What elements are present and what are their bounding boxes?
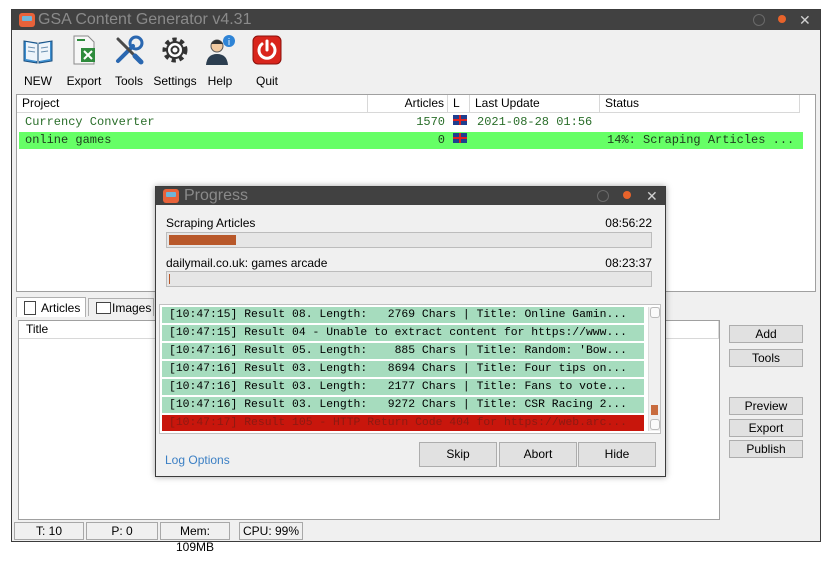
gear-icon	[162, 37, 188, 63]
progress-fill	[169, 274, 170, 284]
images-icon	[96, 302, 111, 314]
tab-label: Images	[112, 301, 152, 315]
column-header-project[interactable]: Project	[17, 95, 368, 113]
tab-images[interactable]: Images	[88, 298, 154, 316]
log-entry: [10:47:16] Result 03. Length: 2177 Chars…	[162, 379, 644, 395]
maximize-button[interactable]	[623, 191, 631, 199]
project-last-update: 2021-08-28 01:56	[477, 115, 593, 129]
book-icon	[23, 40, 53, 64]
log-entry: [10:47:16] Result 03. Length: 8694 Chars…	[162, 361, 644, 377]
dialog-title-bar[interactable]: Progress ✕	[156, 187, 665, 205]
maximize-button[interactable]	[778, 15, 786, 23]
subtask-label: dailymail.co.uk: games arcade	[166, 256, 328, 270]
uk-flag-icon	[453, 133, 467, 143]
articles-icon	[24, 301, 36, 315]
power-icon	[252, 35, 282, 65]
skip-button[interactable]: Skip	[419, 442, 497, 467]
subtask-progress-bar	[166, 271, 652, 287]
abort-button[interactable]: Abort	[499, 442, 577, 467]
toolbar-label: Quit	[255, 74, 278, 88]
status-threads: T: 10	[14, 522, 84, 540]
dialog-title: Progress	[184, 187, 249, 204]
toolbar-tools-button[interactable]: Tools	[107, 32, 151, 90]
status-projects: P: 0	[86, 522, 158, 540]
app-icon	[163, 189, 179, 203]
toolbar-new-button[interactable]: NEW	[16, 32, 60, 90]
tab-label: Articles	[41, 301, 81, 315]
subtask-time: 08:23:37	[605, 256, 652, 270]
log-entry-error: [10:47:17] Result 105 - HTTP Return Code…	[162, 415, 644, 431]
minimize-button[interactable]	[597, 190, 609, 202]
toolbar-export-button[interactable]: Export	[62, 32, 106, 90]
log-scrollbar[interactable]	[648, 307, 660, 431]
title-bar[interactable]: GSA Content Generator v4.31 ✕	[12, 10, 820, 30]
task-label: Scraping Articles	[166, 216, 256, 230]
status-memory: Mem: 109MB	[160, 522, 230, 554]
add-button[interactable]: Add	[729, 325, 803, 343]
project-status: 14%: Scraping Articles ...	[607, 133, 795, 147]
column-header-status[interactable]: Status	[600, 95, 800, 113]
wrench-screwdriver-icon	[116, 35, 144, 65]
toolbar-help-button[interactable]: i Help	[198, 32, 242, 90]
task-progress-bar	[166, 232, 652, 248]
task-time: 08:56:22	[605, 216, 652, 230]
project-name: online games	[25, 133, 112, 147]
progress-dialog: Progress ✕ Scraping Articles 08:56:22 da…	[155, 186, 666, 477]
column-header-language[interactable]: L	[448, 95, 470, 113]
excel-export-icon	[73, 35, 95, 65]
log-entry: [10:47:16] Result 05. Length: 885 Chars …	[162, 343, 644, 359]
project-status	[607, 114, 801, 131]
toolbar-settings-button[interactable]: Settings	[153, 32, 197, 90]
project-name: Currency Converter	[25, 115, 155, 129]
log-entry: [10:47:16] Result 03. Length: 9272 Chars…	[162, 397, 644, 413]
log-list[interactable]: [10:47:15] Result 08. Length: 2769 Chars…	[159, 304, 661, 434]
hide-button[interactable]: Hide	[578, 442, 656, 467]
scroll-down-arrow[interactable]	[650, 419, 660, 430]
column-header-last-update[interactable]: Last Update	[470, 95, 600, 113]
log-options-link[interactable]: Log Options	[165, 453, 230, 467]
project-row-selected[interactable]: online games 0 14%: Scraping Articles ..…	[19, 132, 803, 149]
column-header-articles[interactable]: Articles	[368, 95, 448, 113]
publish-button[interactable]: Publish	[729, 440, 803, 458]
tools-button[interactable]: Tools	[729, 349, 803, 367]
minimize-button[interactable]	[753, 14, 765, 26]
preview-button[interactable]: Preview	[729, 397, 803, 415]
project-articles: 1570	[416, 115, 445, 129]
toolbar-quit-button[interactable]: Quit	[245, 32, 289, 90]
project-last-update	[477, 132, 601, 149]
support-person-icon: i	[206, 35, 235, 65]
close-button[interactable]: ✕	[646, 187, 658, 205]
svg-text:i: i	[228, 38, 231, 48]
progress-fill	[169, 235, 236, 245]
log-entry: [10:47:15] Result 04 - Unable to extract…	[162, 325, 644, 341]
project-row[interactable]: Currency Converter 1570 2021-08-28 01:56	[19, 114, 803, 131]
export-button[interactable]: Export	[729, 419, 803, 437]
log-entry: [10:47:15] Result 08. Length: 2769 Chars…	[162, 307, 644, 323]
uk-flag-icon	[453, 115, 467, 125]
status-cpu: CPU: 99%	[239, 522, 303, 540]
scroll-up-arrow[interactable]	[650, 307, 660, 318]
app-icon	[19, 13, 35, 27]
close-button[interactable]: ✕	[799, 10, 811, 30]
window-title: GSA Content Generator v4.31	[38, 11, 252, 28]
tab-articles[interactable]: Articles	[16, 297, 86, 317]
scroll-thumb[interactable]	[651, 405, 658, 415]
project-articles: 0	[437, 133, 445, 147]
